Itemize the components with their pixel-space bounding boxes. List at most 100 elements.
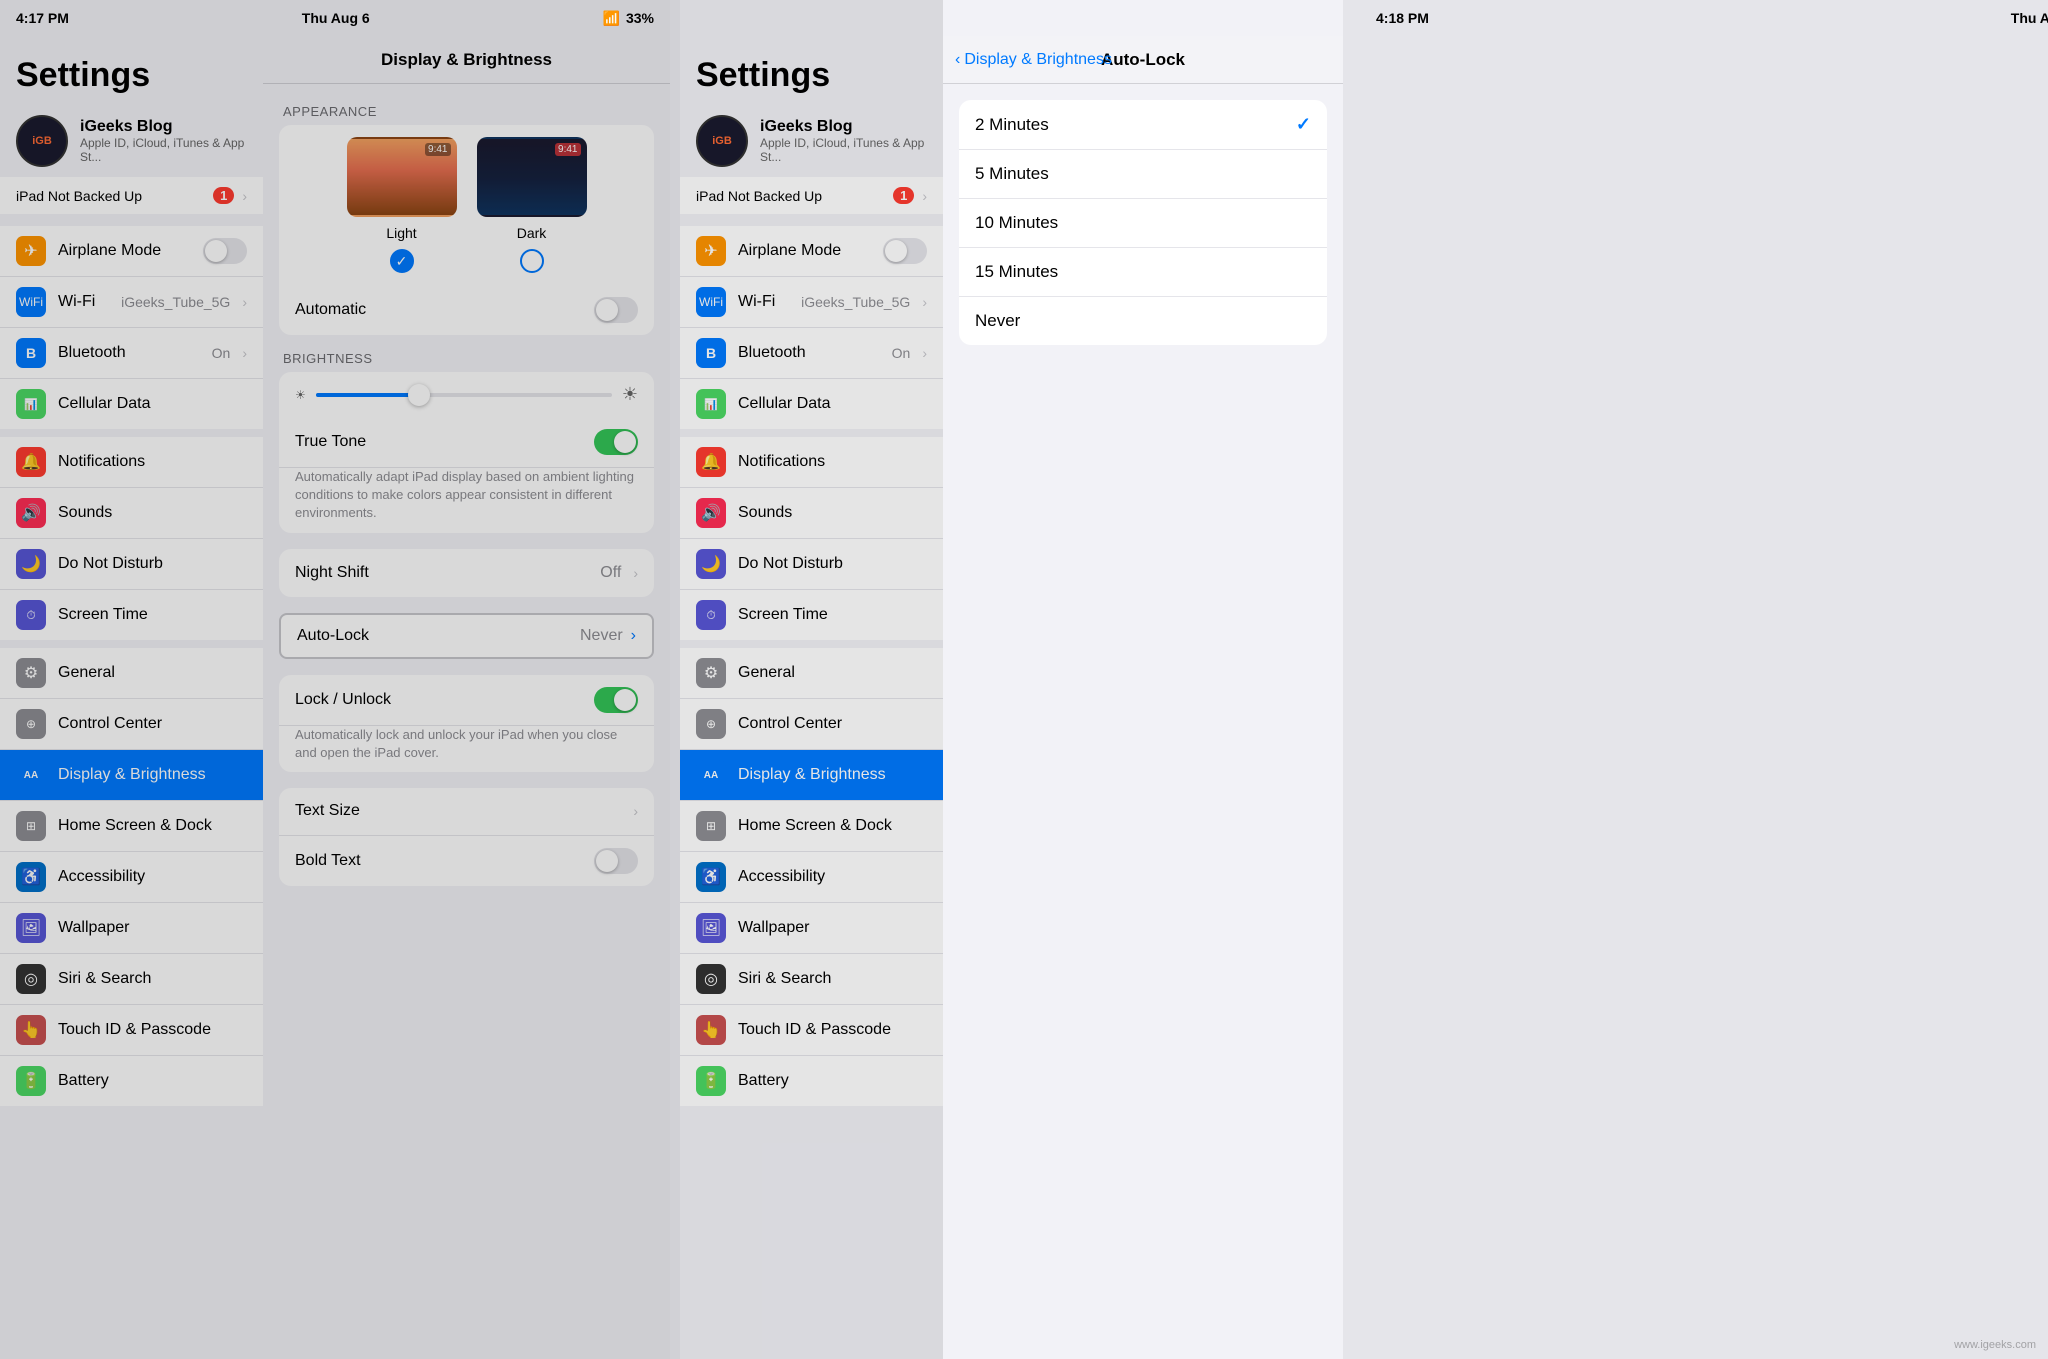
label-airplane-r: Airplane Mode bbox=[738, 242, 871, 260]
label-sounds-r: Sounds bbox=[738, 504, 927, 522]
account-row-left[interactable]: iGB iGeeks Blog Apple ID, iCloud, iTunes… bbox=[0, 105, 263, 177]
sidebar-right-notifications[interactable]: 🔔 Notifications bbox=[680, 437, 943, 488]
sidebar-item-label-siri: Siri & Search bbox=[58, 970, 247, 988]
night-shift-label: Night Shift bbox=[295, 564, 588, 582]
option-label-never: Never bbox=[975, 311, 1311, 331]
night-shift-row[interactable]: Night Shift Off › bbox=[279, 549, 654, 597]
sidebar-item-cellular[interactable]: 📊 Cellular Data bbox=[0, 379, 263, 429]
siri-icon: ◎ bbox=[16, 964, 46, 994]
text-size-chevron: › bbox=[633, 803, 638, 819]
wifi-value-r: iGeeks_Tube_5G bbox=[801, 294, 910, 310]
bold-text-row[interactable]: Bold Text bbox=[279, 836, 654, 886]
sidebar-item-label-bluetooth: Bluetooth bbox=[58, 344, 200, 362]
sidebar-right-screentime[interactable]: ⏱ Screen Time bbox=[680, 590, 943, 640]
label-accessibility-r: Accessibility bbox=[738, 868, 927, 886]
sidebar-right-cellular[interactable]: 📊 Cellular Data bbox=[680, 379, 943, 429]
sidebar-item-label-homescreen: Home Screen & Dock bbox=[58, 817, 247, 835]
sidebar-right-sounds[interactable]: 🔊 Sounds bbox=[680, 488, 943, 539]
true-tone-toggle[interactable] bbox=[594, 429, 638, 455]
sidebar-item-label-sounds: Sounds bbox=[58, 504, 247, 522]
sidebar-item-siri[interactable]: ◎ Siri & Search bbox=[0, 954, 263, 1005]
label-touchid-r: Touch ID & Passcode bbox=[738, 1021, 927, 1039]
label-wifi-r: Wi-Fi bbox=[738, 293, 789, 311]
dark-mode-item[interactable]: 9:41 Dark bbox=[477, 137, 587, 273]
sidebar-right-dnd[interactable]: 🌙 Do Not Disturb bbox=[680, 539, 943, 590]
sidebar-right-display[interactable]: AA Display & Brightness bbox=[680, 750, 943, 801]
lock-unlock-row[interactable]: Lock / Unlock bbox=[279, 675, 654, 726]
sidebar-item-label-touchid: Touch ID & Passcode bbox=[58, 1021, 247, 1039]
option-label-5min: 5 Minutes bbox=[975, 164, 1311, 184]
true-tone-row[interactable]: True Tone bbox=[279, 417, 654, 468]
airplane-icon: ✈ bbox=[16, 236, 46, 266]
bold-text-toggle[interactable] bbox=[594, 848, 638, 874]
accessibility-icon: ♿ bbox=[16, 862, 46, 892]
sidebar-right-wallpaper[interactable]: 🖼 Wallpaper bbox=[680, 903, 943, 954]
sidebar-item-sounds[interactable]: 🔊 Sounds bbox=[0, 488, 263, 539]
autolock-row[interactable]: Auto-Lock Never › bbox=[279, 613, 654, 659]
sidebar-item-accessibility[interactable]: ♿ Accessibility bbox=[0, 852, 263, 903]
autolock-option-never[interactable]: Never bbox=[959, 297, 1327, 345]
siri-icon-r: ◎ bbox=[696, 964, 726, 994]
homescreen-icon: ⊞ bbox=[16, 811, 46, 841]
sidebar-right-bluetooth[interactable]: B Bluetooth On › bbox=[680, 328, 943, 379]
sidebar-right-homescreen[interactable]: ⊞ Home Screen & Dock bbox=[680, 801, 943, 852]
battery-left: 33% bbox=[626, 10, 654, 26]
light-mode-item[interactable]: 9:41 Light ✓ bbox=[347, 137, 457, 273]
true-tone-desc: Automatically adapt iPad display based o… bbox=[295, 468, 638, 523]
sidebar-item-wifi[interactable]: WiFi Wi-Fi iGeeks_Tube_5G › bbox=[0, 277, 263, 328]
sidebar-item-dnd[interactable]: 🌙 Do Not Disturb bbox=[0, 539, 263, 590]
nav-title-display: Display & Brightness bbox=[381, 50, 552, 70]
backup-row-right[interactable]: iPad Not Backed Up 1 › bbox=[680, 177, 943, 214]
lock-unlock-toggle[interactable] bbox=[594, 687, 638, 713]
account-sub-left: Apple ID, iCloud, iTunes & App St... bbox=[80, 136, 247, 164]
sidebar-right-wifi[interactable]: WiFi Wi-Fi iGeeks_Tube_5G › bbox=[680, 277, 943, 328]
sidebar-left: Settings iGB iGeeks Blog Apple ID, iClou… bbox=[0, 0, 263, 1359]
sidebar-item-touchid[interactable]: 👆 Touch ID & Passcode bbox=[0, 1005, 263, 1056]
sidebar-item-screentime[interactable]: ⏱ Screen Time bbox=[0, 590, 263, 640]
sidebar-right-accessibility[interactable]: ♿ Accessibility bbox=[680, 852, 943, 903]
sidebar-right-siri[interactable]: ◎ Siri & Search bbox=[680, 954, 943, 1005]
screentime-icon: ⏱ bbox=[16, 600, 46, 630]
sidebar-item-wallpaper[interactable]: 🖼 Wallpaper bbox=[0, 903, 263, 954]
backup-row-left[interactable]: iPad Not Backed Up 1 › bbox=[0, 177, 263, 214]
sidebar-right-touchid[interactable]: 👆 Touch ID & Passcode bbox=[680, 1005, 943, 1056]
sidebar-item-airplane[interactable]: ✈ Airplane Mode bbox=[0, 226, 263, 277]
sidebar-item-controlcenter[interactable]: ⊕ Control Center bbox=[0, 699, 263, 750]
sidebar-item-bluetooth[interactable]: B Bluetooth On › bbox=[0, 328, 263, 379]
light-check: ✓ bbox=[390, 249, 414, 273]
sidebar-item-homescreen[interactable]: ⊞ Home Screen & Dock bbox=[0, 801, 263, 852]
option-label-2min: 2 Minutes bbox=[975, 115, 1284, 135]
text-size-row[interactable]: Text Size › bbox=[279, 788, 654, 836]
sidebar-item-display[interactable]: AA Display & Brightness bbox=[0, 750, 263, 801]
automatic-row[interactable]: Automatic bbox=[279, 285, 654, 335]
account-row-right[interactable]: iGB iGeeks Blog Apple ID, iCloud, iTunes… bbox=[680, 105, 943, 177]
sidebar-item-notifications[interactable]: 🔔 Notifications bbox=[0, 437, 263, 488]
nav-title-autolock: Auto-Lock bbox=[1101, 50, 1185, 70]
dark-thumb: 9:41 bbox=[477, 137, 587, 217]
autolock-chevron: › bbox=[631, 627, 636, 645]
automatic-label: Automatic bbox=[295, 301, 582, 319]
sidebar-item-label-display: Display & Brightness bbox=[58, 766, 247, 784]
true-tone-label: True Tone bbox=[295, 433, 582, 451]
sidebar-item-general[interactable]: ⚙ General bbox=[0, 648, 263, 699]
autolock-option-10min[interactable]: 10 Minutes bbox=[959, 199, 1327, 248]
nav-bar-autolock: ‹ Display & Brightness Auto-Lock bbox=[943, 36, 1343, 84]
airplane-icon-r: ✈ bbox=[696, 236, 726, 266]
sidebar-item-battery[interactable]: 🔋 Battery bbox=[0, 1056, 263, 1106]
airplane-toggle[interactable] bbox=[203, 238, 247, 264]
sidebar-right-controlcenter[interactable]: ⊕ Control Center bbox=[680, 699, 943, 750]
nav-back-label[interactable]: Display & Brightness bbox=[964, 51, 1112, 69]
airplane-toggle-r[interactable] bbox=[883, 238, 927, 264]
backup-badge-left: 1 bbox=[213, 187, 234, 204]
sidebar-item-label-battery: Battery bbox=[58, 1072, 247, 1090]
automatic-toggle[interactable] bbox=[594, 297, 638, 323]
brightness-slider[interactable] bbox=[316, 393, 612, 397]
autolock-option-2min[interactable]: 2 Minutes ✓ bbox=[959, 100, 1327, 150]
nav-back-autolock[interactable]: ‹ Display & Brightness bbox=[955, 51, 1112, 69]
sidebar-right-airplane[interactable]: ✈ Airplane Mode bbox=[680, 226, 943, 277]
autolock-option-15min[interactable]: 15 Minutes bbox=[959, 248, 1327, 297]
general-icon: ⚙ bbox=[16, 658, 46, 688]
sidebar-right-general[interactable]: ⚙ General bbox=[680, 648, 943, 699]
autolock-option-5min[interactable]: 5 Minutes bbox=[959, 150, 1327, 199]
sidebar-right-battery[interactable]: 🔋 Battery bbox=[680, 1056, 943, 1106]
